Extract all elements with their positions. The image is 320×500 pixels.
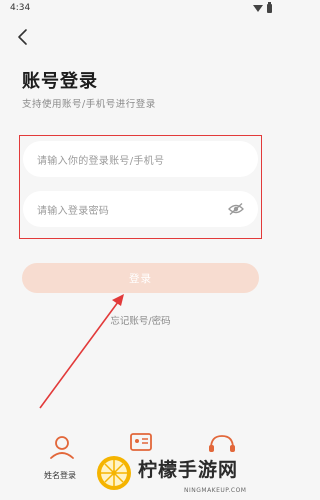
watermark-domain: NINGMAKEUP.COM bbox=[184, 487, 247, 494]
user-icon bbox=[50, 436, 74, 459]
lemon-logo bbox=[97, 456, 131, 490]
watermark-brand: 柠檬手游网 bbox=[138, 459, 239, 481]
annotation-arrow bbox=[39, 294, 124, 409]
name-login-option[interactable] bbox=[42, 430, 82, 470]
name-login-label: 姓名登录 bbox=[44, 471, 76, 480]
